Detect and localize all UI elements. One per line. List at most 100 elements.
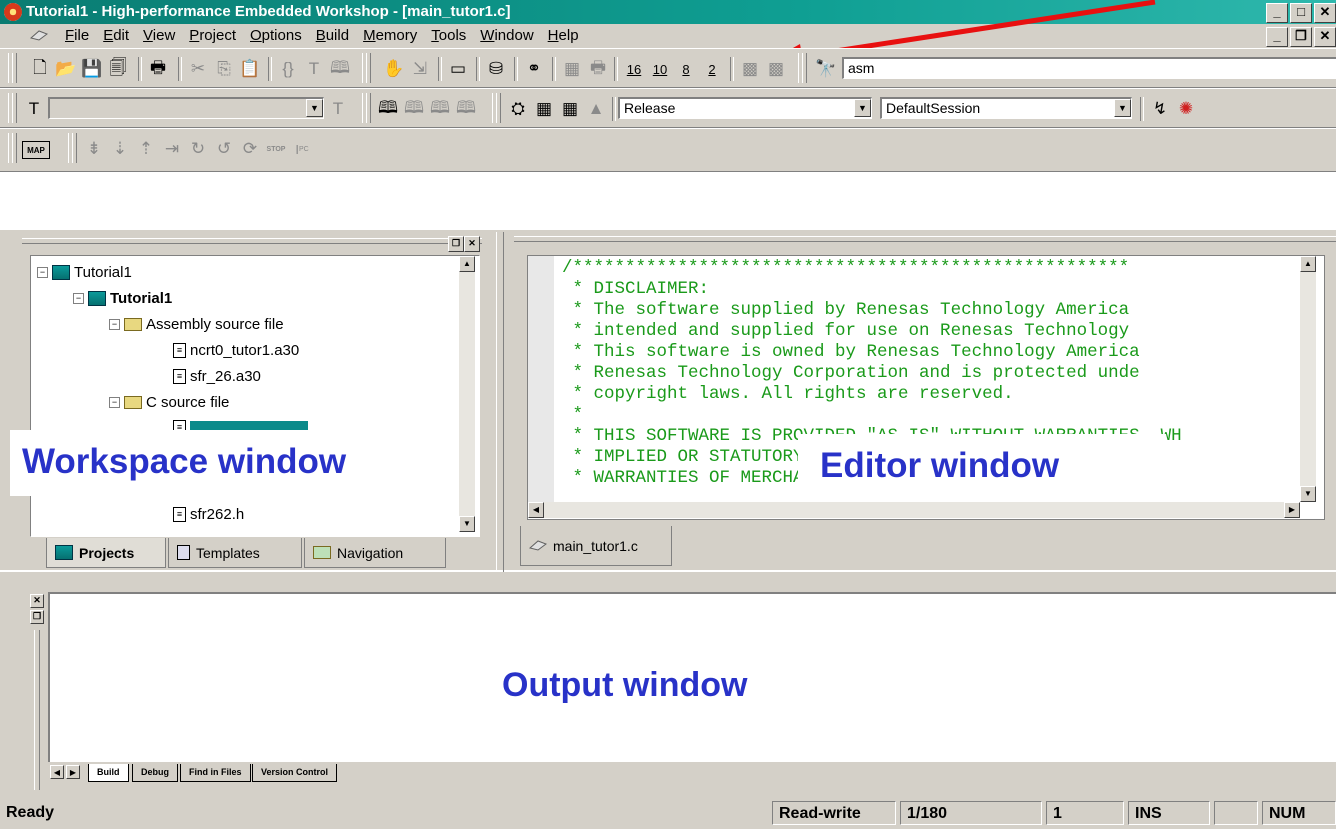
map-button[interactable]: MAP: [22, 141, 50, 159]
editor-gutter[interactable]: [528, 256, 554, 502]
editor-hscroll[interactable]: ◀ ▶: [528, 502, 1300, 518]
collapse-icon[interactable]: −: [109, 397, 120, 408]
tab-projects[interactable]: Projects: [46, 538, 166, 568]
document-icon[interactable]: [30, 30, 48, 41]
scroll-up-icon[interactable]: ▲: [1300, 256, 1316, 272]
tree-item-folder[interactable]: − Assembly source file: [109, 316, 284, 333]
radix-8-button[interactable]: 8: [674, 57, 698, 81]
tree-item-workspace[interactable]: − Tutorial1: [37, 264, 132, 281]
find-binoculars-icon[interactable]: 🔭: [814, 57, 838, 81]
save-all-icon[interactable]: 🗐: [106, 57, 130, 81]
console-icon[interactable]: ▭: [446, 57, 470, 81]
workspace-close-button[interactable]: ✕: [464, 236, 480, 252]
collapse-icon[interactable]: −: [37, 267, 48, 278]
template-combo[interactable]: ▼: [48, 97, 324, 119]
session-combo[interactable]: DefaultSession ▼: [880, 97, 1132, 119]
scroll-left-icon[interactable]: ◀: [528, 502, 544, 518]
tab-navigation[interactable]: Navigation: [304, 538, 446, 568]
set-pc-button[interactable]: I PC: [290, 137, 314, 161]
braces-icon[interactable]: {}: [276, 57, 300, 81]
tree-item-folder[interactable]: − C source file: [109, 394, 229, 411]
output-panel[interactable]: Output window: [48, 592, 1336, 762]
collapse-icon[interactable]: −: [73, 293, 84, 304]
doc-close-button[interactable]: ✕: [1314, 27, 1336, 47]
book-remove-icon[interactable]: 🕮: [428, 97, 452, 121]
text-t-icon[interactable]: T: [326, 97, 350, 121]
tab-debug[interactable]: Debug: [132, 764, 178, 782]
step-over-icon[interactable]: ⇣: [108, 137, 132, 161]
text-t-icon[interactable]: T: [302, 57, 326, 81]
chevron-down-icon[interactable]: ▼: [1114, 99, 1131, 117]
save-icon[interactable]: 💾: [80, 57, 104, 81]
output-restore-button[interactable]: ❐: [30, 610, 44, 624]
build-all-icon[interactable]: ▦: [558, 97, 582, 121]
book-icon[interactable]: 🕮: [328, 57, 352, 81]
editor-vscroll[interactable]: ▲ ▼: [1300, 256, 1316, 502]
stop-pane-icon[interactable]: ▩: [738, 57, 762, 81]
menu-edit[interactable]: Edit: [96, 24, 136, 48]
scroll-right-icon[interactable]: ▶: [1284, 502, 1300, 518]
tab-scroll-right-icon[interactable]: ▶: [66, 765, 80, 779]
workspace-grip[interactable]: [22, 238, 482, 244]
book-icon[interactable]: 🕮: [376, 97, 400, 121]
stop-build-icon[interactable]: ▲: [584, 97, 608, 121]
output-grip[interactable]: [34, 630, 40, 790]
workspace-restore-button[interactable]: ❐: [448, 236, 464, 252]
book-edit-icon[interactable]: 🕮: [454, 97, 478, 121]
build-icon[interactable]: ▦: [532, 97, 556, 121]
minimize-button[interactable]: _: [1266, 3, 1288, 23]
radix-2-button[interactable]: 2: [700, 57, 724, 81]
new-file-icon[interactable]: 🗋: [28, 57, 52, 81]
hand-icon[interactable]: ✋: [382, 57, 406, 81]
scroll-up-icon[interactable]: ▲: [459, 256, 475, 272]
step-out-icon[interactable]: ⇡: [134, 137, 158, 161]
chevron-down-icon[interactable]: ▼: [306, 99, 323, 117]
stop-button[interactable]: STOP: [264, 137, 288, 161]
chevron-down-icon[interactable]: ▼: [854, 99, 871, 117]
output-close-button[interactable]: ✕: [30, 594, 44, 608]
open-folder-icon[interactable]: 📂: [54, 57, 78, 81]
tree-item-file[interactable]: ≡ sfr262.h: [173, 506, 244, 523]
print2-icon[interactable]: 🖶: [586, 57, 610, 81]
scroll-down-icon[interactable]: ▼: [459, 516, 475, 532]
find-combo[interactable]: asm: [842, 57, 1336, 79]
doc-minimize-button[interactable]: _: [1266, 27, 1288, 47]
doc-restore-button[interactable]: ❐: [1290, 27, 1312, 47]
step-icon[interactable]: ⇥: [160, 137, 184, 161]
radix-16-button[interactable]: 16: [622, 57, 646, 81]
step-in-icon[interactable]: ⇟: [82, 137, 106, 161]
menu-view[interactable]: View: [136, 24, 182, 48]
menu-tools[interactable]: Tools: [424, 24, 473, 48]
radix-10-button[interactable]: 10: [648, 57, 672, 81]
paste-icon[interactable]: 📋: [238, 57, 262, 81]
toolbox-icon[interactable]: ⛁: [484, 57, 508, 81]
link-icon[interactable]: ⚭: [522, 57, 546, 81]
menu-help[interactable]: Help: [541, 24, 586, 48]
tab-version-control[interactable]: Version Control: [252, 764, 338, 782]
menu-memory[interactable]: Memory: [356, 24, 424, 48]
workspace-scrollbar[interactable]: ▲ ▼: [459, 256, 475, 532]
scroll-down-icon[interactable]: ▼: [1300, 486, 1316, 502]
build-config-combo[interactable]: Release ▼: [618, 97, 872, 119]
menu-window[interactable]: Window: [473, 24, 540, 48]
step-pane-icon[interactable]: ▩: [764, 57, 788, 81]
debug-reset-icon[interactable]: ⇲: [408, 57, 432, 81]
tab-find-in-files[interactable]: Find in Files: [180, 764, 251, 782]
tree-item-project[interactable]: − Tutorial1: [73, 290, 172, 307]
watch-icon[interactable]: ▦: [560, 57, 584, 81]
tab-build[interactable]: Build: [88, 764, 129, 782]
go-reset-icon[interactable]: ↺: [212, 137, 236, 161]
menu-project[interactable]: Project: [182, 24, 243, 48]
tab-templates[interactable]: Templates: [168, 538, 302, 568]
tab-scroll-left-icon[interactable]: ◀: [50, 765, 64, 779]
collapse-icon[interactable]: −: [109, 319, 120, 330]
menu-options[interactable]: Options: [243, 24, 309, 48]
tree-item-file[interactable]: ≡ ncrt0_tutor1.a30: [173, 342, 299, 359]
menu-build[interactable]: Build: [309, 24, 356, 48]
app-icon[interactable]: [4, 3, 22, 21]
connect-icon[interactable]: ↯: [1148, 97, 1172, 121]
print-icon[interactable]: 🖶: [146, 57, 170, 81]
tab-editor-file[interactable]: main_tutor1.c: [520, 526, 672, 566]
copy-icon[interactable]: ⎘: [212, 57, 236, 81]
vertical-splitter[interactable]: [496, 232, 504, 572]
